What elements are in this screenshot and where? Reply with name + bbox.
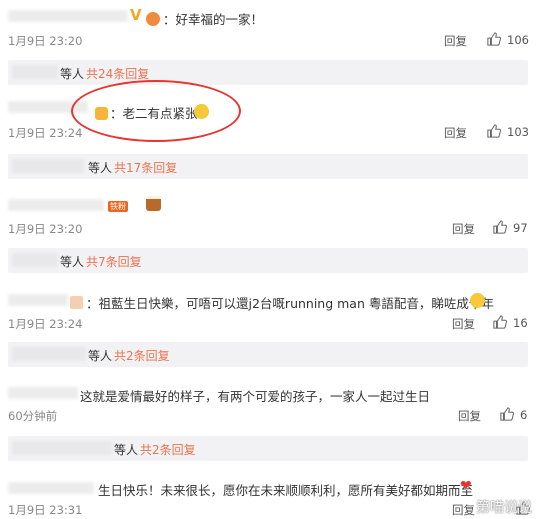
reply-button[interactable]: 回复 <box>444 125 467 141</box>
reply-bar-total[interactable]: 共7条回复 <box>86 253 142 270</box>
blurred-username <box>8 294 68 306</box>
reply-summary-bar[interactable]: 等人 共2条回复 <box>8 342 528 367</box>
red-circle-annotation <box>71 80 241 142</box>
badge-icon <box>70 292 83 311</box>
like-thumb-icon[interactable] <box>500 407 514 421</box>
like-count: 97 <box>513 221 528 235</box>
like-count: 103 <box>507 125 529 139</box>
reply-button[interactable]: 回复 <box>458 408 481 424</box>
reply-summary-bar[interactable]: 等人 共17条回复 <box>8 154 528 179</box>
comment-text: ：好幸福的一家！ <box>163 12 264 27</box>
reply-button[interactable]: 回复 <box>452 221 475 237</box>
comment-time: 1月9日 23:20 <box>8 34 83 48</box>
fan-badge: 铁粉 <box>108 201 128 212</box>
reply-bar-who: 等人 <box>88 349 113 363</box>
reply-bar-total[interactable]: 共17条回复 <box>114 159 177 176</box>
blurred-username <box>8 387 78 399</box>
reply-bar-total[interactable]: 共24条回复 <box>86 65 149 82</box>
like-thumb-icon[interactable] <box>487 124 501 138</box>
red-heart-icon: ❤ <box>460 478 472 494</box>
comment-text: 这就是爱情最好的样子，有两个可爱的孩子，一家人一起过生日 <box>80 389 431 404</box>
watermark: 第喵说说 <box>476 500 532 516</box>
crying-face-emoji <box>470 290 485 309</box>
comment-time: 1月9日 23:24 <box>8 126 83 140</box>
cake-emoji <box>146 196 161 215</box>
badge-icon <box>146 8 160 27</box>
comment-time: 60分钟前 <box>8 409 58 423</box>
comment-text: 生日快乐！未来很长，愿你在未来顺顺利利，愿所有美好都如期而至 <box>98 483 474 498</box>
comment-time: 1月9日 23:24 <box>8 317 83 331</box>
reply-bar-who: 等人 <box>60 255 85 269</box>
comment-time: 1月9日 23:20 <box>8 222 83 236</box>
like-thumb-icon[interactable] <box>487 32 501 46</box>
verified-v-icon: V <box>130 6 142 24</box>
reply-button[interactable]: 回复 <box>452 502 475 518</box>
reply-bar-total[interactable]: 共2条回复 <box>140 441 196 458</box>
like-thumb-icon[interactable] <box>493 220 507 234</box>
reply-button[interactable]: 回复 <box>452 316 475 332</box>
like-thumb-icon[interactable] <box>493 315 507 329</box>
reply-summary-bar[interactable]: 等人 共24条回复 <box>8 60 528 85</box>
reply-button[interactable]: 回复 <box>444 33 467 49</box>
reply-summary-bar[interactable]: 等人 共7条回复 <box>8 248 528 273</box>
like-count: 6 <box>520 408 528 422</box>
like-count: 16 <box>513 316 528 330</box>
blurred-username <box>8 199 104 211</box>
blurred-username <box>8 482 94 494</box>
like-count: 106 <box>507 33 529 47</box>
reply-bar-who: 等人 <box>60 67 85 81</box>
comment-text: ：祖藍生日快樂，可唔可以還j2台嘅running man 粵語配音，睇咗成十年 <box>86 296 494 311</box>
comment-time: 1月9日 23:31 <box>8 503 83 517</box>
reply-bar-who: 等人 <box>114 443 139 457</box>
reply-summary-bar[interactable]: 等人 共2条回复 <box>8 436 528 461</box>
blurred-username <box>8 10 128 22</box>
reply-bar-total[interactable]: 共2条回复 <box>114 347 170 364</box>
reply-bar-who: 等人 <box>88 161 113 175</box>
